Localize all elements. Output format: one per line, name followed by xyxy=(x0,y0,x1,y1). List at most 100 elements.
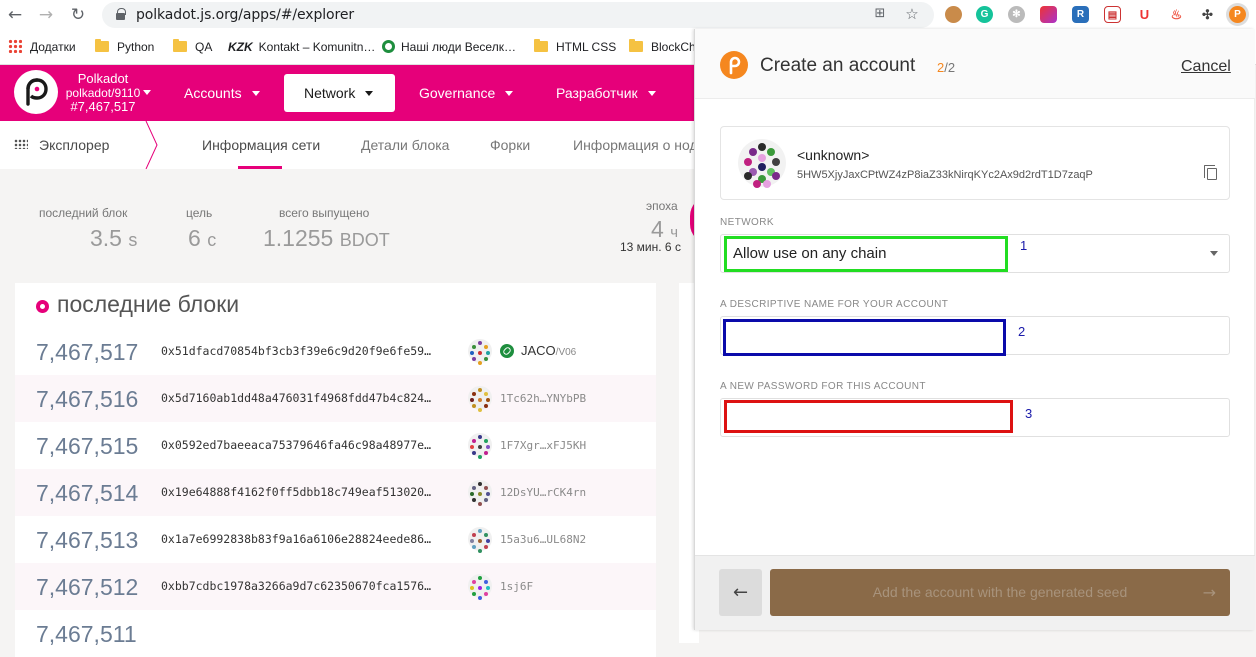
fire-extension-icon[interactable]: ♨ xyxy=(1168,6,1185,23)
chevron-down-icon xyxy=(647,91,656,96)
address-bar[interactable]: polkadot.js.org/apps/#/explorer xyxy=(102,2,934,28)
back-button[interactable]: ← xyxy=(719,569,762,616)
polkadot-extension-logo-icon xyxy=(720,51,748,79)
puzzle-extension-icon[interactable]: ✣ xyxy=(1199,6,1216,23)
block-number[interactable]: 7,467,512 xyxy=(36,574,138,601)
create-account-popup: Create an account 2/2 Cancel <unknown> 5… xyxy=(694,29,1255,630)
password-field[interactable] xyxy=(721,399,1229,436)
document-extension-icon[interactable]: ▤ xyxy=(1104,6,1121,23)
menu-network[interactable]: Network xyxy=(284,74,395,112)
identity-link-icon xyxy=(500,344,514,358)
account-name-label: A DESCRIPTIVE NAME FOR YOUR ACCOUNT xyxy=(720,299,949,310)
translate-icon[interactable]: ⊞ xyxy=(872,6,888,22)
menu-governance[interactable]: Governance xyxy=(419,74,514,112)
tab-node-info[interactable]: Информация о нод xyxy=(573,137,694,153)
forward-arrow-icon[interactable]: → xyxy=(35,4,57,26)
block-row[interactable]: 7,467,517 0x51dfacd70854bf3cb3f39e6c9d20f… xyxy=(15,328,656,375)
polkadot-logo-icon[interactable] xyxy=(14,70,58,114)
reload-icon[interactable]: ↻ xyxy=(67,4,89,26)
block-row[interactable]: 7,467,514 0x19e64888f4162f0ff5dbb18c749ea… xyxy=(15,469,656,516)
issuance-value: 1.1255 BDOT xyxy=(263,225,390,251)
block-number[interactable]: 7,467,513 xyxy=(36,527,138,554)
account-address: 5HW5XjyJaxCPtWZ4zP8iaZ33kNirqKYc2Ax9d2rd… xyxy=(797,169,1093,181)
block-number[interactable]: 7,467,516 xyxy=(36,386,138,413)
block-number[interactable]: 7,467,515 xyxy=(36,433,138,460)
block-author[interactable]: 1F7Xgr…xFJ5KH xyxy=(500,439,586,452)
bookmark-kontakt[interactable]: KZK Kontakt – Komunitn… xyxy=(228,38,375,56)
bookmark-apps[interactable]: Додатки xyxy=(8,38,76,56)
target-value: 6 с xyxy=(188,225,217,251)
account-card: <unknown> 5HW5XjyJaxCPtWZ4zP8iaZ33kNirqK… xyxy=(720,126,1230,200)
author-identicon xyxy=(468,339,492,365)
url-text: polkadot.js.org/apps/#/explorer xyxy=(136,7,355,23)
tab-block-details[interactable]: Детали блока xyxy=(361,137,449,153)
menu-developer[interactable]: Разработчик xyxy=(556,74,656,112)
last-block-label: последний блок xyxy=(39,206,128,220)
block-author[interactable]: JACO/V06 xyxy=(521,343,576,358)
bookmark-qa[interactable]: QA xyxy=(173,38,212,56)
author-identicon xyxy=(468,574,492,600)
folder-icon xyxy=(173,39,187,52)
tab-forks[interactable]: Форки xyxy=(490,137,530,153)
r-extension-icon[interactable]: R xyxy=(1072,6,1089,23)
cookie-extension-icon[interactable] xyxy=(945,6,962,23)
bookmark-python[interactable]: Python xyxy=(95,38,154,56)
chain-runtime: polkadot/9110 xyxy=(65,86,141,100)
kzk-logo-icon: KZK xyxy=(228,40,253,54)
star-icon[interactable]: ☆ xyxy=(904,6,920,22)
folder-icon xyxy=(95,39,109,52)
password-input[interactable] xyxy=(720,398,1230,437)
chevron-down-icon xyxy=(505,91,514,96)
block-author[interactable]: 1Tc62h…YNYbPB xyxy=(500,392,586,405)
add-account-button[interactable]: Add the account with the generated seed … xyxy=(770,569,1230,616)
explorer-section[interactable]: Эксплорер xyxy=(14,137,109,153)
block-author[interactable]: 15a3u6…UL68N2 xyxy=(500,533,586,546)
author-identicon xyxy=(468,433,492,459)
bookmark-html-css[interactable]: HTML CSS xyxy=(534,38,616,56)
browser-toolbar: ← → ↻ polkadot.js.org/apps/#/explorer ⊞ … xyxy=(0,0,1256,30)
block-number[interactable]: 7,467,514 xyxy=(36,480,138,507)
chevron-down-icon[interactable] xyxy=(143,90,151,95)
block-row[interactable]: 7,467,511 xyxy=(15,610,656,657)
epoch-remaining: 13 мин. 6 с xyxy=(620,240,681,254)
menu-accounts[interactable]: Accounts xyxy=(184,74,260,112)
block-author[interactable]: 12DsYU…rCK4rn xyxy=(500,486,586,499)
bookmark-nashi-lyudi[interactable]: Наші люди Веселк… xyxy=(382,38,516,56)
block-number[interactable]: 7,467,511 xyxy=(36,621,137,648)
grammarly-extension-icon[interactable]: G xyxy=(976,6,993,23)
author-identicon xyxy=(468,480,492,506)
green-ring-icon xyxy=(382,40,395,53)
polkadot-p-icon xyxy=(729,56,741,75)
chain-name: Polkadot xyxy=(77,71,129,86)
account-identicon xyxy=(738,139,786,188)
block-hash: 0x5d7160ab1dd48a476031f4968fdd47b4c824… xyxy=(161,391,432,405)
block-hash: 0x0592ed7baeeaca75379646fa46c98a48977e… xyxy=(161,438,432,452)
popup-footer: ← Add the account with the generated see… xyxy=(695,555,1255,630)
block-row[interactable]: 7,467,513 0x1a7e6992838b83f9a16a6106e2882… xyxy=(15,516,656,563)
tab-network-info[interactable]: Информация сети xyxy=(202,137,320,153)
account-name-input[interactable] xyxy=(720,316,1230,355)
chain-selector[interactable]: Polkadot polkadot/9110 #7,467,517 xyxy=(62,72,144,114)
bookmark-blockch[interactable]: BlockCh xyxy=(629,38,696,56)
gear-extension-icon[interactable]: ✻ xyxy=(1008,6,1025,23)
color-extension-icon[interactable] xyxy=(1040,6,1057,23)
block-row[interactable]: 7,467,512 0xbb7cdbc1978a3266a9d7c62350670… xyxy=(15,563,656,610)
folder-icon xyxy=(629,39,643,52)
block-row[interactable]: 7,467,515 0x0592ed7baeeaca75379646fa46c98… xyxy=(15,422,656,469)
recent-blocks-header: последние блоки xyxy=(15,283,656,325)
polkadot-p-icon xyxy=(26,78,48,106)
back-arrow-icon[interactable]: ← xyxy=(4,4,26,26)
block-author[interactable]: 1sj6F xyxy=(500,580,533,593)
magnet-extension-icon[interactable]: U xyxy=(1136,6,1153,23)
copy-icon[interactable] xyxy=(1204,165,1217,180)
author-identicon xyxy=(468,386,492,412)
block-row[interactable]: 7,467,516 0x5d7160ab1dd48a476031f4968fdd4… xyxy=(15,375,656,422)
cancel-link[interactable]: Cancel xyxy=(1181,58,1231,76)
polkadot-extension-icon[interactable]: P xyxy=(1229,6,1246,23)
block-hash: 0x51dfacd70854bf3cb3f39e6c9d20f9e6fe59… xyxy=(161,344,432,358)
account-name-field[interactable] xyxy=(721,317,1229,354)
network-select[interactable]: Allow use on any chain xyxy=(720,234,1230,273)
chevron-down-icon xyxy=(251,91,260,96)
popup-header: Create an account 2/2 Cancel xyxy=(695,29,1255,99)
block-number[interactable]: 7,467,517 xyxy=(36,339,138,366)
